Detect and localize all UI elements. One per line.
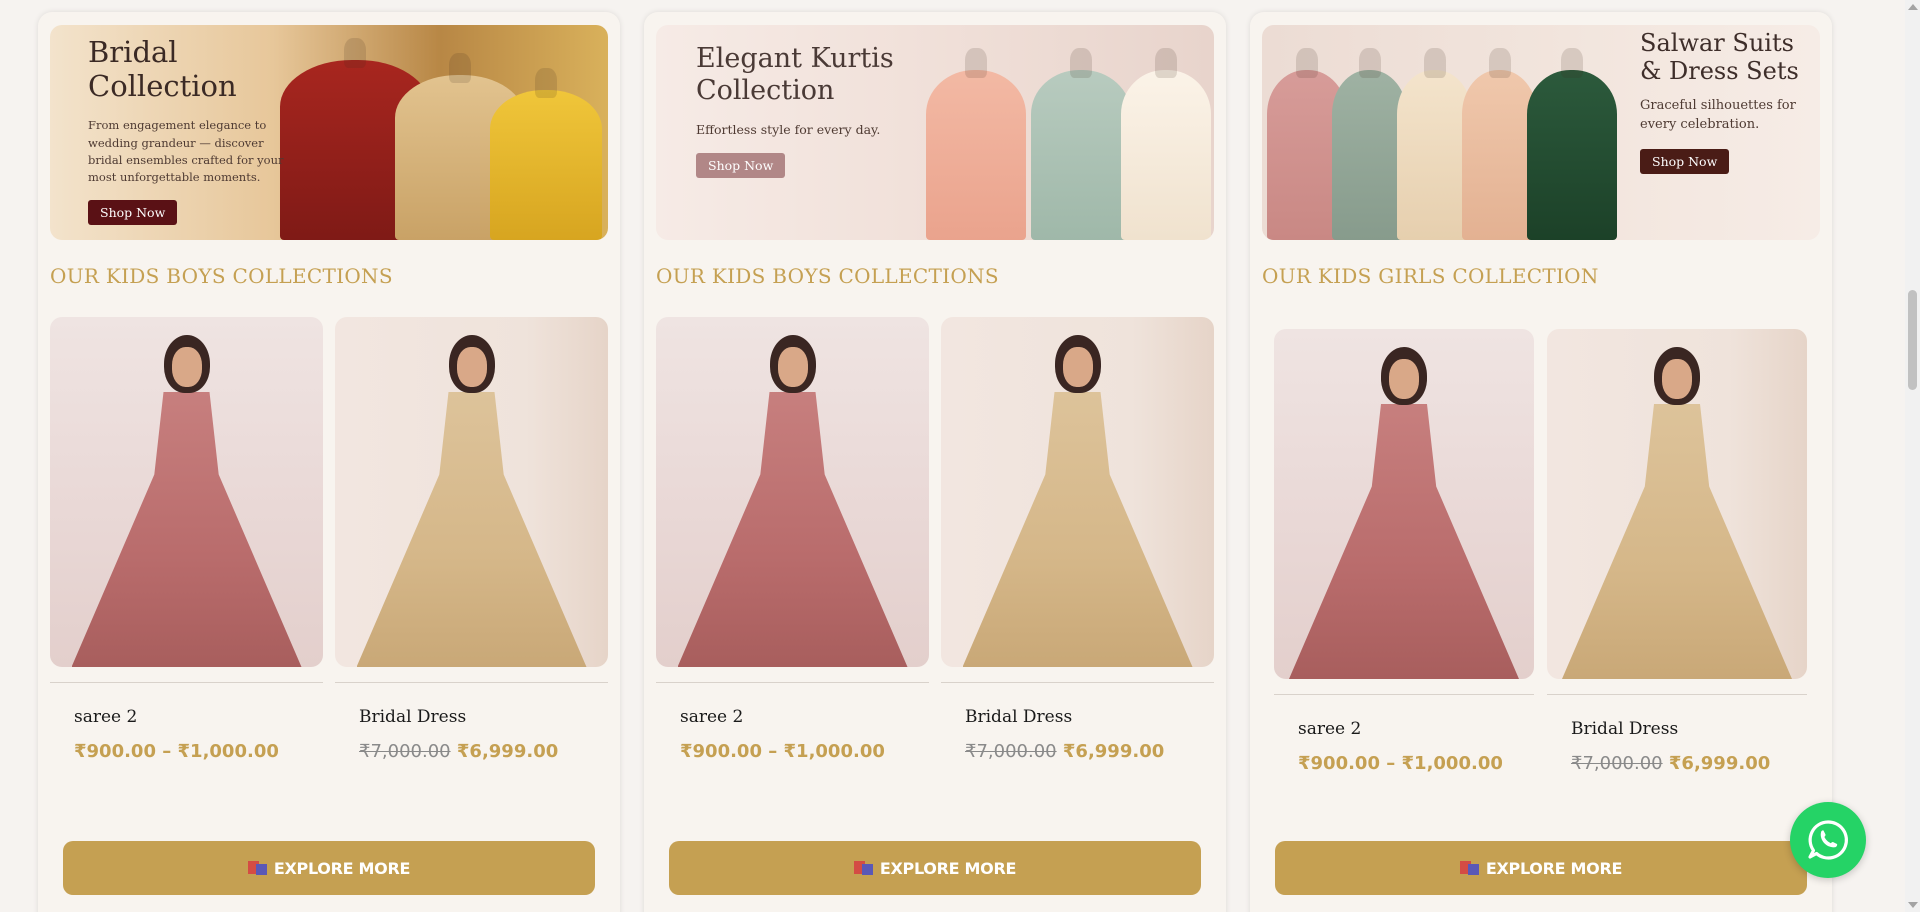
sale-price: ₹6,999.00	[1668, 753, 1771, 774]
model-face	[171, 347, 202, 387]
banner-subtitle: Graceful silhouettes for every celebrati…	[1640, 97, 1796, 133]
product-name[interactable]: Bridal Dress	[965, 707, 1214, 727]
collection-column-2: Elegant Kurtis Collection Effortless sty…	[644, 12, 1226, 912]
old-price: ₹7,000.00	[965, 741, 1057, 762]
sale-price: ₹6,999.00	[456, 741, 559, 762]
banner-subtitle: From engagement elegance to wedding gran…	[88, 118, 284, 185]
product-image[interactable]	[1547, 329, 1807, 679]
collection-column-1: Bridal Collection From engagement elegan…	[38, 12, 620, 912]
product-name[interactable]: Bridal Dress	[359, 707, 608, 727]
explore-more-label: EXPLORE MORE	[879, 858, 1017, 878]
product-card[interactable]: Bridal Dress ₹7,000.00 ₹6,999.00	[335, 317, 608, 762]
product-image[interactable]	[50, 317, 323, 667]
product-price: ₹900.00 – ₹1,000.00	[680, 741, 885, 762]
pink-gown-figure	[677, 392, 908, 667]
explore-more-button[interactable]: EXPLORE MORE	[669, 841, 1201, 895]
banner-subtitle: Effortless style for every day.	[696, 121, 881, 137]
model-face	[777, 347, 808, 387]
ivory-kurti-image	[1121, 70, 1211, 240]
yellow-lehenga-image	[490, 90, 602, 240]
divider	[50, 682, 323, 683]
sale-price: ₹6,999.00	[1062, 741, 1165, 762]
model-face	[1062, 347, 1093, 387]
gold-gown-figure	[356, 392, 587, 667]
banner-title: Salwar Suits & Dress Sets	[1640, 29, 1810, 86]
peach-suit-image	[1462, 70, 1537, 240]
bridal-collection-banner[interactable]: Bridal Collection From engagement elegan…	[50, 25, 608, 240]
banner-title: Elegant Kurtis Collection	[696, 43, 916, 107]
model-face	[1389, 359, 1419, 399]
shopping-bags-icon	[247, 861, 268, 875]
product-card[interactable]: saree 2 ₹900.00 – ₹1,000.00	[1274, 329, 1534, 774]
product-card[interactable]: Bridal Dress ₹7,000.00 ₹6,999.00	[941, 317, 1214, 762]
product-name[interactable]: saree 2	[1298, 719, 1534, 739]
sage-suit-image	[1332, 70, 1407, 240]
product-name[interactable]: saree 2	[74, 707, 323, 727]
banner-title-line2: Collection	[696, 74, 835, 106]
whatsapp-icon	[1808, 820, 1848, 860]
banner-title-line1: Salwar Suits	[1640, 29, 1794, 57]
explore-more-label: EXPLORE MORE	[1485, 858, 1623, 878]
product-image[interactable]	[941, 317, 1214, 667]
banner-title-line2: & Dress Sets	[1640, 57, 1799, 86]
banner-title: Bridal Collection	[88, 35, 288, 103]
peach-kurti-image	[926, 70, 1026, 240]
shop-now-button[interactable]: Shop Now	[88, 200, 178, 226]
shop-now-button[interactable]: Shop Now	[696, 153, 786, 179]
model-face	[1662, 359, 1692, 399]
divider	[941, 682, 1214, 683]
sage-kurti-image	[1031, 70, 1131, 240]
section-title: OUR KIDS GIRLS COLLECTION	[1262, 264, 1599, 288]
explore-more-button[interactable]: EXPLORE MORE	[1275, 841, 1807, 895]
banner-text: Salwar Suits & Dress Sets Graceful silho…	[1640, 29, 1810, 174]
divider	[656, 682, 929, 683]
old-price: ₹7,000.00	[1571, 753, 1663, 774]
gold-gown-figure	[962, 392, 1193, 667]
product-price: ₹900.00 – ₹1,000.00	[1298, 753, 1503, 774]
banner-title-line2: Collection	[88, 69, 237, 104]
pink-gown-figure	[1289, 404, 1519, 679]
section-title: OUR KIDS BOYS COLLECTIONS	[50, 264, 393, 288]
product-image[interactable]	[335, 317, 608, 667]
banner-text: Elegant Kurtis Collection Effortless sty…	[696, 43, 916, 179]
divider	[1547, 694, 1807, 695]
banner-title-line1: Bridal	[88, 35, 178, 69]
collection-column-3: Salwar Suits & Dress Sets Graceful silho…	[1250, 12, 1832, 912]
model-face	[456, 347, 487, 387]
shop-now-button[interactable]: Shop Now	[1640, 148, 1730, 174]
old-price: ₹7,000.00	[359, 741, 451, 762]
shopping-bags-icon	[1459, 861, 1480, 875]
product-card[interactable]: Bridal Dress ₹7,000.00 ₹6,999.00	[1547, 329, 1807, 774]
product-price: ₹7,000.00 ₹6,999.00	[1571, 753, 1807, 774]
product-image[interactable]	[656, 317, 929, 667]
product-card[interactable]: saree 2 ₹900.00 – ₹1,000.00	[50, 317, 323, 762]
product-name[interactable]: saree 2	[680, 707, 929, 727]
page-scrollbar[interactable]	[1905, 0, 1920, 912]
product-price: ₹7,000.00 ₹6,999.00	[359, 741, 608, 762]
product-image[interactable]	[1274, 329, 1534, 679]
explore-more-button[interactable]: EXPLORE MORE	[63, 841, 595, 895]
section-title: OUR KIDS BOYS COLLECTIONS	[656, 264, 999, 288]
banner-title-line1: Elegant Kurtis	[696, 43, 894, 74]
salwar-suits-banner[interactable]: Salwar Suits & Dress Sets Graceful silho…	[1262, 25, 1820, 240]
product-price: ₹7,000.00 ₹6,999.00	[965, 741, 1214, 762]
pink-gown-figure	[71, 392, 302, 667]
banner-text: Bridal Collection From engagement elegan…	[88, 35, 288, 226]
cream-suit-image	[1397, 70, 1472, 240]
scroll-up-arrow-icon[interactable]	[1908, 4, 1918, 10]
divider	[1274, 694, 1534, 695]
shopping-bags-icon	[853, 861, 874, 875]
divider	[335, 682, 608, 683]
product-card[interactable]: saree 2 ₹900.00 – ₹1,000.00	[656, 317, 929, 762]
product-name[interactable]: Bridal Dress	[1571, 719, 1807, 739]
green-suit-image	[1527, 70, 1617, 240]
scroll-down-arrow-icon[interactable]	[1908, 902, 1918, 908]
explore-more-label: EXPLORE MORE	[273, 858, 411, 878]
product-price: ₹900.00 – ₹1,000.00	[74, 741, 279, 762]
kurtis-collection-banner[interactable]: Elegant Kurtis Collection Effortless sty…	[656, 25, 1214, 240]
whatsapp-chat-button[interactable]	[1790, 802, 1866, 878]
gold-gown-figure	[1562, 404, 1792, 679]
scroll-thumb[interactable]	[1908, 290, 1917, 390]
